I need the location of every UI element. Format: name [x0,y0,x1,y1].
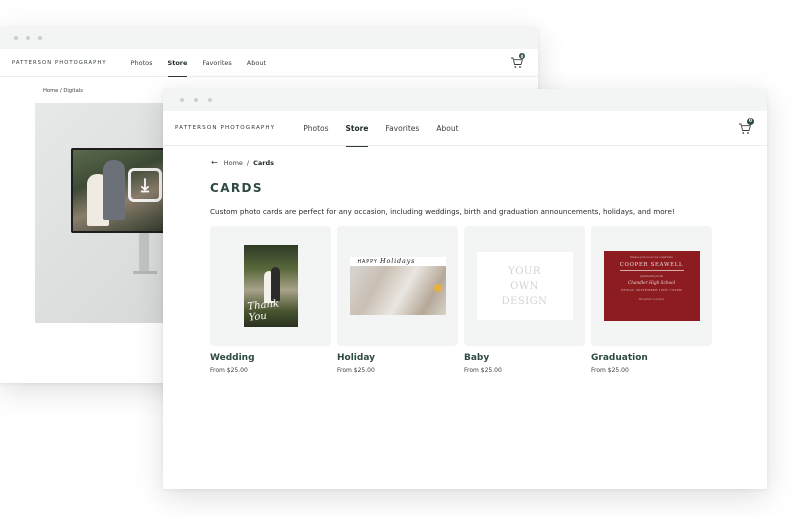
window-dot[interactable] [194,98,198,102]
product-card-graduation[interactable]: Please join us as we celebrate COOPER SE… [591,226,712,374]
product-hero-image: ⤓ [35,103,165,323]
product-name[interactable]: Graduation [591,353,712,363]
product-price: From $25.00 [591,367,629,374]
site-nav: PATTERSON PHOTOGRAPHY Photos Store Favor… [0,49,538,77]
art-title-a: HAPPY [357,259,378,265]
art-photo [349,266,446,315]
art-name: COOPER SEAWELL [619,262,684,268]
product-price: From $25.00 [464,367,502,374]
window-dot[interactable] [180,98,184,102]
product-name[interactable]: Wedding [210,353,331,363]
product-price: From $25.00 [337,367,375,374]
art-school: Chandler High School [628,279,675,285]
product-card-baby[interactable]: YOUR OWN DESIGN Baby From $25.00 [464,226,585,374]
nav-about[interactable]: About [247,59,266,67]
window-titlebar [163,89,767,111]
front-browser-window: PATTERSON PHOTOGRAPHY Photos Store Favor… [163,89,767,489]
art-divider [619,270,684,271]
breadcrumb: ← Home / Cards [211,158,274,167]
art-line: DESIGN [501,295,548,307]
arrow-left-icon[interactable]: ← [211,158,218,167]
art-title: HAPPY Holidays [358,257,416,265]
window-dot[interactable] [26,36,30,40]
product-tile[interactable]: Please join us as we celebrate COOPER SE… [591,226,712,346]
window-titlebar [0,27,538,49]
brand-logo[interactable]: PATTERSON PHOTOGRAPHY [12,60,107,66]
product-tile[interactable]: Thank You [210,226,331,346]
art-line: Reception to follow [638,297,665,301]
monitor-foot [133,271,157,274]
breadcrumb-home[interactable]: Home [224,159,243,167]
window-dot[interactable] [208,98,212,102]
nav-store[interactable]: Store [345,124,368,147]
window-dot[interactable] [14,36,18,40]
art-line: FRIDAY, SEPTEMBER 18TH 7:00PM [621,287,682,292]
art-line: OWN [510,280,539,292]
art-script-text: Thank You [246,298,280,324]
art-line: Please join us as we celebrate [630,255,673,259]
cart-count-badge: 0 [747,118,754,125]
nav-favorites[interactable]: Favorites [202,59,231,67]
breadcrumb-separator: / [246,158,250,167]
art-flower [433,284,442,292]
cart-button[interactable]: 0 [738,118,754,135]
product-card-holiday[interactable]: HAPPY Holidays Holiday From $25.00 [337,226,458,374]
cart-count-badge: 0 [519,53,525,59]
page-description: Custom photo cards are perfect for any o… [210,207,675,216]
breadcrumb-current: Cards [253,158,274,167]
nav-photos[interactable]: Photos [303,124,328,133]
product-card-wedding[interactable]: Thank You Wedding From $25.00 [210,226,331,374]
page-title: CARDS [210,181,263,195]
product-tile[interactable]: HAPPY Holidays [337,226,458,346]
holiday-card-art: HAPPY Holidays [349,257,446,315]
monitor-stand [139,233,149,273]
nav-favorites[interactable]: Favorites [385,124,419,133]
art-title-b: Holidays [380,257,416,265]
window-dot[interactable] [38,36,42,40]
product-price: From $25.00 [210,367,248,374]
nav-store[interactable]: Store [167,59,187,77]
download-icon: ⤓ [128,168,162,202]
brand-logo[interactable]: PATTERSON PHOTOGRAPHY [175,125,275,131]
breadcrumb[interactable]: Home / Digitals [43,88,83,94]
graduation-card-art: Please join us as we celebrate COOPER SE… [603,251,700,321]
nav-about[interactable]: About [436,124,458,133]
photo-figure [103,160,125,220]
site-nav: PATTERSON PHOTOGRAPHY Photos Store Favor… [163,111,767,147]
wedding-card-art: Thank You [243,245,298,327]
monitor-photo: ⤓ [73,150,165,231]
product-grid: Thank You Wedding From $25.00 HAPPY Holi… [210,226,712,374]
art-line: YOUR [508,265,541,277]
cart-button[interactable]: 0 [510,53,525,69]
product-name[interactable]: Holiday [337,353,458,363]
art-line: graduating from [639,273,664,278]
product-tile[interactable]: YOUR OWN DESIGN [464,226,585,346]
own-design-card-art: YOUR OWN DESIGN [476,252,573,320]
monitor-mockup: ⤓ [71,148,165,233]
art-figure [270,267,280,301]
nav-photos[interactable]: Photos [131,59,153,67]
product-name[interactable]: Baby [464,353,585,363]
